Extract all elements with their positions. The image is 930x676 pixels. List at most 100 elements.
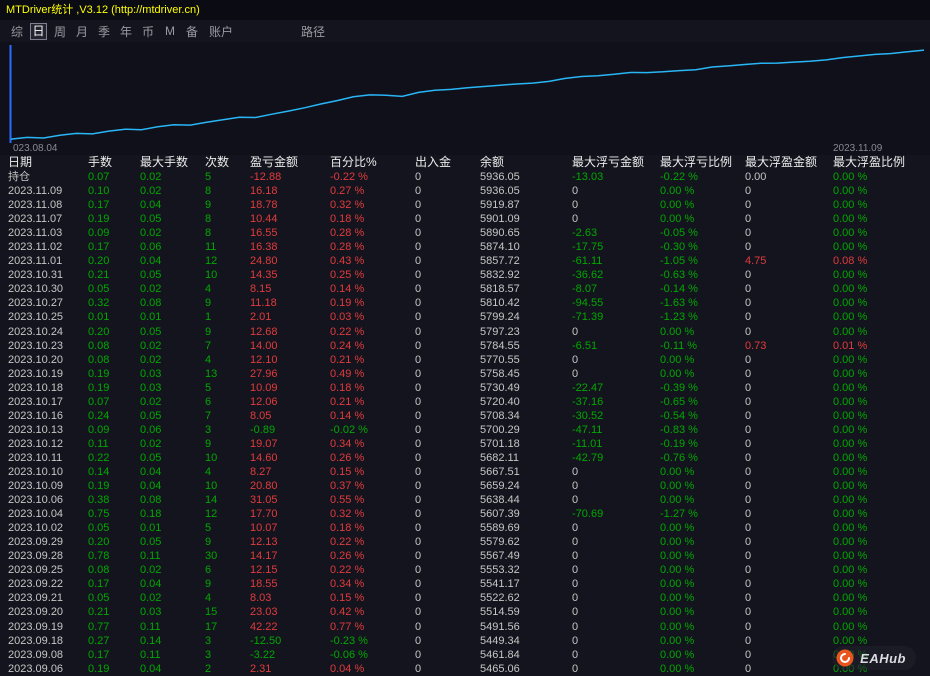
table-row[interactable]: 2023.11.07 0.19 0.05 8 10.44 0.18 % 0 5901.09 0 0… — [0, 212, 930, 226]
table-row[interactable]: 2023.10.16 0.24 0.05 7 8.05 0.14 % 0 5708.34 -30… — [0, 409, 930, 423]
table-row[interactable]: 2023.10.12 0.11 0.02 9 19.07 0.34 % 0 5701.18 -1… — [0, 437, 930, 451]
table-cell: 0.21 — [88, 606, 110, 619]
table-cell: 0.00 % — [833, 185, 868, 198]
table-row[interactable]: 2023.09.20 0.21 0.03 15 23.03 0.42 % 0 5514.59 0… — [0, 605, 930, 619]
table-cell: 0.27 — [88, 634, 110, 647]
table-cell: 2 — [205, 662, 212, 675]
menu-item-8[interactable]: 备 — [181, 23, 203, 40]
table-cell: 5638.44 — [480, 494, 520, 507]
table-row[interactable]: 2023.10.20 0.08 0.02 4 12.10 0.21 % 0 5770.55 0 0… — [0, 353, 930, 367]
table-row[interactable]: 2023.09.25 0.08 0.02 6 12.15 0.22 % 0 5553.32 0 0… — [0, 563, 930, 577]
menu-item-0[interactable]: 综 — [6, 23, 28, 40]
menu-item-9[interactable]: 账户 — [203, 23, 239, 40]
column-header: 出入金 — [415, 155, 452, 169]
table-cell: 0.00 % — [833, 522, 868, 535]
table-row[interactable]: 2023.09.18 0.27 0.14 3 -12.50 -0.23 % 0 5449.34… — [0, 634, 930, 648]
table-cell: 0.03 — [140, 381, 162, 394]
table-cell: -0.22 % — [330, 171, 368, 183]
menu-item-7[interactable]: M — [159, 24, 181, 38]
table-row[interactable]: 2023.10.18 0.19 0.03 5 10.09 0.18 % 0 5730.49 -2… — [0, 381, 930, 395]
table-cell: 0.02 — [140, 353, 162, 366]
menu-item-2[interactable]: 周 — [49, 23, 71, 40]
table-row[interactable]: 2023.11.03 0.09 0.02 8 16.55 0.28 % 0 5890.65 -2… — [0, 226, 930, 240]
table-cell: 0 — [745, 409, 752, 422]
table-cell: 0.26 % — [330, 550, 365, 563]
menu-item-4[interactable]: 季 — [93, 23, 115, 40]
app-window: MTDriver统计 ,V3.12 (http://mtdriver.cn) 综… — [0, 0, 930, 676]
table-cell: 2023.10.25 — [8, 311, 64, 324]
table-row[interactable]: 2023.10.25 0.01 0.01 1 2.01 0.03 % 0 5799.24 -71… — [0, 310, 930, 324]
table-cell: 0 — [745, 480, 752, 493]
table-cell: 8 — [205, 227, 212, 240]
table-cell: 12.15 — [250, 564, 278, 577]
table-cell: 0.00 % — [660, 353, 695, 366]
table-cell: 5936.05 — [480, 171, 520, 183]
eahub-icon — [836, 649, 854, 667]
table-row[interactable]: 2023.10.27 0.32 0.08 9 11.18 0.19 % 0 5810.42 -9… — [0, 296, 930, 310]
table-cell: 10 — [205, 480, 218, 493]
table-row[interactable]: 2023.11.02 0.17 0.06 11 16.38 0.28 % 0 5874.10 -… — [0, 240, 930, 254]
table-cell: 10.07 — [250, 522, 278, 535]
table-cell: 5541.17 — [480, 578, 520, 591]
table-cell: 0.11 — [140, 620, 161, 633]
table-row[interactable]: 2023.10.04 0.75 0.18 12 17.70 0.32 % 0 5607.39 -… — [0, 507, 930, 521]
table-cell: 0.10 — [88, 185, 110, 198]
table-cell: 10 — [205, 269, 218, 282]
table-cell: -0.23 % — [330, 634, 368, 647]
table-cell: 0.15 % — [330, 592, 365, 605]
table-cell: 4.75 — [745, 255, 767, 268]
table-cell: 16.38 — [250, 241, 278, 254]
table-row[interactable]: 2023.10.10 0.14 0.04 4 8.27 0.15 % 0 5667.51 0 0.… — [0, 465, 930, 479]
table-row[interactable]: 2023.11.08 0.17 0.04 9 18.78 0.32 % 0 5919.87 0 0… — [0, 198, 930, 212]
table-row[interactable]: 2023.10.13 0.09 0.06 3 -0.89 -0.02 % 0 5700.29 -… — [0, 423, 930, 437]
table-cell: 0 — [415, 592, 422, 605]
table-row[interactable]: 2023.10.11 0.22 0.05 10 14.60 0.26 % 0 5682.11 -… — [0, 451, 930, 465]
table-row[interactable]: 2023.09.06 0.19 0.04 2 2.31 0.04 % 0 5465.06 0 0.… — [0, 662, 930, 676]
table-cell: 5936.05 — [480, 185, 520, 198]
table-cell: 5818.57 — [480, 283, 520, 296]
menu-item-1[interactable]: 日 — [30, 22, 47, 40]
table-cell: 0 — [415, 564, 422, 577]
table-cell: 0 — [745, 592, 752, 605]
table-row[interactable]: 2023.10.30 0.05 0.02 4 8.15 0.14 % 0 5818.57 -8.… — [0, 282, 930, 296]
table-row[interactable]: 2023.10.31 0.21 0.05 10 14.35 0.25 % 0 5832.92 -… — [0, 268, 930, 282]
table-row[interactable]: 2023.10.06 0.38 0.08 14 31.05 0.55 % 0 5638.44 0… — [0, 493, 930, 507]
table-row[interactable]: 2023.10.17 0.07 0.02 6 12.06 0.21 % 0 5720.40 -3… — [0, 395, 930, 409]
table-row[interactable]: 2023.09.22 0.17 0.04 9 18.55 0.34 % 0 5541.17 0 0… — [0, 577, 930, 591]
table-cell: 5589.69 — [480, 522, 520, 535]
table-row[interactable]: 2023.10.23 0.08 0.02 7 14.00 0.24 % 0 5784.55 -6… — [0, 339, 930, 353]
table-row[interactable]: 2023.10.02 0.05 0.01 5 10.07 0.18 % 0 5589.69 0 0… — [0, 521, 930, 535]
table-cell: 0 — [415, 297, 422, 310]
table-body: 持仓 0.07 0.02 5 -12.88 -0.22 % 0 5936.05 -13.03 -0… — [0, 170, 930, 676]
table-row[interactable]: 2023.09.28 0.78 0.11 30 14.17 0.26 % 0 5567.49 0… — [0, 549, 930, 563]
menu-item-5[interactable]: 年 — [115, 23, 137, 40]
table-row[interactable]: 持仓 0.07 0.02 5 -12.88 -0.22 % 0 5936.05 -13.03 -0… — [0, 170, 930, 184]
table-row[interactable]: 2023.09.29 0.20 0.05 9 12.13 0.22 % 0 5579.62 0 0… — [0, 535, 930, 549]
table-cell: 0.19 — [88, 213, 110, 226]
table-cell: 0 — [572, 213, 579, 226]
equity-chart-svg — [9, 45, 925, 143]
table-row[interactable]: 2023.11.01 0.20 0.04 12 24.80 0.43 % 0 5857.72 -… — [0, 254, 930, 268]
menu-item-3[interactable]: 月 — [71, 23, 93, 40]
menu-item-path[interactable]: 路径 — [295, 23, 331, 40]
table-row[interactable]: 2023.09.08 0.17 0.11 3 -3.22 -0.06 % 0 5461.84 0… — [0, 648, 930, 662]
table-cell: 0.18 % — [330, 522, 365, 535]
table-row[interactable]: 2023.10.19 0.19 0.03 13 27.96 0.49 % 0 5758.45 0… — [0, 367, 930, 381]
table-row[interactable]: 2023.10.09 0.19 0.04 10 20.80 0.37 % 0 5659.24 0… — [0, 479, 930, 493]
table-cell: 11.18 — [250, 297, 277, 310]
table-cell: 14.00 — [250, 339, 278, 352]
table-row[interactable]: 2023.10.24 0.20 0.05 9 12.68 0.22 % 0 5797.23 0 0… — [0, 325, 930, 339]
table-row[interactable]: 2023.11.09 0.10 0.02 8 16.18 0.27 % 0 5936.05 0 0… — [0, 184, 930, 198]
table-row[interactable]: 2023.09.21 0.05 0.02 4 8.03 0.15 % 0 5522.62 0 0.… — [0, 591, 930, 605]
menu-item-6[interactable]: 币 — [137, 23, 159, 40]
table-cell: -0.83 % — [660, 423, 698, 436]
table-cell: 0.14 % — [330, 409, 365, 422]
table-cell: 0.00 % — [660, 564, 695, 577]
table-cell: -94.55 — [572, 297, 604, 310]
table-cell: 0.00 % — [833, 367, 868, 380]
table-cell: 0.01 — [140, 522, 162, 535]
table-row[interactable]: 2023.09.19 0.77 0.11 17 42.22 0.77 % 0 5491.56 0… — [0, 620, 930, 634]
table-cell: 0 — [572, 325, 579, 338]
table-cell: 0.00 % — [833, 550, 868, 563]
table-cell: 3 — [205, 634, 212, 647]
